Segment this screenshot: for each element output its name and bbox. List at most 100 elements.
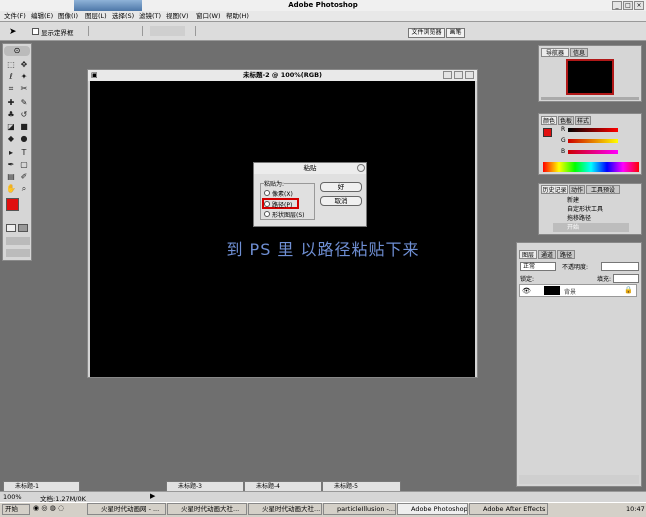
healing-brush-icon[interactable]: ✚ <box>5 97 17 108</box>
dialog-close-icon[interactable] <box>357 164 365 172</box>
tab-paths[interactable]: 路径 <box>557 250 575 259</box>
menu-select[interactable]: 选择(S) <box>112 11 134 22</box>
menu-file[interactable]: 文件(F) <box>4 11 26 22</box>
brush-tool-icon[interactable]: ✎ <box>18 97 30 108</box>
lasso-tool-icon[interactable]: ℓ <box>5 71 17 82</box>
doc-maximize-button[interactable] <box>454 71 463 79</box>
blur-tool-icon[interactable]: ◆ <box>5 133 17 144</box>
layers-footer[interactable] <box>519 475 639 484</box>
standard-mode-icon[interactable] <box>6 224 16 232</box>
menu-layer[interactable]: 图层(L) <box>85 11 107 22</box>
history-item[interactable]: 拖移路径 <box>567 213 591 222</box>
path-select-icon[interactable]: ▸ <box>5 147 17 158</box>
tab-swatches[interactable]: 色板 <box>558 116 574 125</box>
doc-close-button[interactable] <box>465 71 474 79</box>
blend-mode-select[interactable]: 正常 <box>520 262 556 271</box>
notes-tool-icon[interactable]: ▤ <box>5 171 17 182</box>
tab-channels[interactable]: 通道 <box>538 250 556 259</box>
show-bounding-box-label: 显示定界框 <box>41 29 74 37</box>
tab-color[interactable]: 颜色 <box>541 116 557 125</box>
distribute-buttons[interactable] <box>195 26 315 36</box>
foreground-color-swatch[interactable] <box>6 198 19 211</box>
menu-window[interactable]: 窗口(W) <box>196 11 221 22</box>
history-item-selected[interactable]: 开始 <box>553 223 629 232</box>
tab-styles[interactable]: 样式 <box>575 116 591 125</box>
task-browser-3[interactable]: 火星时代动画大社... <box>248 503 322 515</box>
color-fg-swatch[interactable] <box>543 128 552 137</box>
move-tool-icon[interactable]: ✥ <box>18 59 30 70</box>
history-item[interactable]: 新建 <box>567 195 579 204</box>
align-buttons-group[interactable] <box>150 26 185 36</box>
magic-wand-icon[interactable]: ✦ <box>18 71 30 82</box>
color-spectrum[interactable] <box>543 162 639 172</box>
tab-info[interactable]: 信息 <box>570 48 588 57</box>
shape-radio[interactable] <box>264 211 270 217</box>
ok-button[interactable]: 好 <box>320 182 362 192</box>
clone-stamp-icon[interactable]: ♣ <box>5 109 17 120</box>
history-item[interactable]: 自定形状工具 <box>567 204 603 213</box>
pixels-radio[interactable] <box>264 190 270 196</box>
show-bounding-box-checkbox[interactable] <box>32 28 39 35</box>
start-button[interactable]: 开始 <box>2 504 30 515</box>
close-button[interactable]: × <box>634 1 644 10</box>
channel-b-label: B <box>561 148 566 155</box>
eraser-tool-icon[interactable]: ◪ <box>5 121 17 132</box>
canvas[interactable] <box>90 81 475 377</box>
eyedropper-icon[interactable]: ✐ <box>18 171 30 182</box>
tab-layers[interactable]: 图层 <box>519 250 537 259</box>
hand-tool-icon[interactable]: ✋ <box>5 183 17 194</box>
slice-tool-icon[interactable]: ✂ <box>18 83 30 94</box>
task-browser-1[interactable]: 火星时代动画网 - ... <box>87 503 166 515</box>
pen-tool-icon[interactable]: ✒ <box>5 159 17 170</box>
status-arrow-icon[interactable]: ▶ <box>150 492 155 500</box>
dodge-tool-icon[interactable]: ● <box>18 133 30 144</box>
zoom-tool-icon[interactable]: ⌕ <box>18 183 30 194</box>
navigator-thumbnail[interactable] <box>566 59 614 95</box>
green-slider[interactable] <box>568 139 618 143</box>
tab-navigator[interactable]: 导航器 <box>541 48 569 57</box>
crop-tool-icon[interactable]: ⌗ <box>5 83 17 94</box>
photoshop-logo-icon[interactable]: ⊙ <box>4 46 30 56</box>
layer-row[interactable]: 👁 背景 🔒 <box>519 284 637 297</box>
paste-as-label: 粘贴为: <box>264 179 285 188</box>
minimize-button[interactable]: _ <box>612 1 622 10</box>
doc-minimize-button[interactable] <box>443 71 452 79</box>
menu-image[interactable]: 图像(I) <box>58 11 78 22</box>
shape-tool-icon[interactable]: ▢ <box>18 159 30 170</box>
gradient-tool-icon[interactable]: ■ <box>18 121 30 132</box>
zoom-readout[interactable]: 100% <box>3 493 22 501</box>
tab-tool-presets[interactable]: 工具预设 <box>586 185 620 194</box>
task-after-effects[interactable]: Adobe After Effects <box>469 503 548 515</box>
history-brush-icon[interactable]: ↺ <box>18 109 30 120</box>
menu-help[interactable]: 帮助(H) <box>226 11 249 22</box>
opacity-field[interactable] <box>601 262 639 271</box>
menu-view[interactable]: 视图(V) <box>166 11 189 22</box>
align-buttons[interactable] <box>88 26 143 36</box>
type-tool-icon[interactable]: T <box>18 147 30 158</box>
task-photoshop[interactable]: Adobe Photoshop <box>397 503 468 515</box>
move-tool-icon[interactable]: ➤ <box>9 27 17 37</box>
eye-icon[interactable]: 👁 <box>522 287 531 295</box>
tab-actions[interactable]: 动作 <box>569 185 585 194</box>
history-panel: 历史记录 动作 工具预设 新建 自定形状工具 拖移路径 开始 <box>538 183 642 235</box>
path-radio[interactable] <box>264 201 270 207</box>
blue-slider[interactable] <box>568 150 618 154</box>
red-slider[interactable] <box>568 128 618 132</box>
menu-edit[interactable]: 编辑(E) <box>31 11 53 22</box>
quick-launch-icons[interactable]: ◉ ◎ ◍ ◌ <box>33 504 83 515</box>
quick-mask-icon[interactable] <box>18 224 28 232</box>
maximize-button[interactable]: □ <box>623 1 633 10</box>
tab-history[interactable]: 历史记录 <box>541 185 568 194</box>
tab-file-browser[interactable]: 文件浏览器 <box>408 28 445 38</box>
task-particle-illusion[interactable]: particleIllusion -... <box>323 503 396 515</box>
tab-brushes[interactable]: 画笔 <box>446 28 465 38</box>
fill-field[interactable] <box>613 274 639 283</box>
marquee-tool-icon[interactable]: ⬚ <box>5 59 17 70</box>
path-label: 路径(P) <box>272 202 293 209</box>
cancel-button[interactable]: 取消 <box>320 196 362 206</box>
task-browser-2[interactable]: 火星时代动画大社... <box>167 503 247 515</box>
clock: 10:47 <box>626 505 645 513</box>
navigator-zoom-slider[interactable] <box>541 97 639 100</box>
menu-filter[interactable]: 滤镜(T) <box>139 11 161 22</box>
fill-label: 填充: <box>597 276 612 283</box>
